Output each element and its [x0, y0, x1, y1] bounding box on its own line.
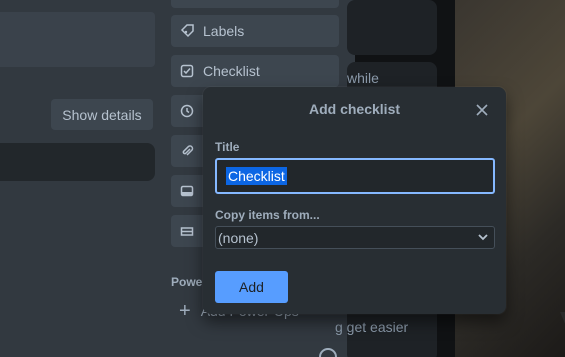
title-input-value: Checklist	[226, 167, 287, 185]
popover-title: Add checklist	[308, 101, 401, 117]
add-checklist-button[interactable]: Add	[215, 271, 288, 303]
label-icon	[180, 24, 194, 38]
add-checklist-popover: Add checklist Title Checklist Copy items…	[203, 87, 506, 314]
copy-items-select[interactable]: (none)	[215, 226, 495, 249]
sidebar-item-top[interactable]	[171, 0, 339, 8]
sidebar-item-labels[interactable]: Labels	[171, 15, 339, 47]
close-icon[interactable]	[473, 101, 491, 119]
board-card-text: while	[347, 70, 379, 86]
comment-input[interactable]	[0, 143, 155, 181]
custom-fields-icon	[180, 227, 194, 236]
attachment-icon	[182, 145, 194, 156]
copy-items-selected: (none)	[218, 229, 259, 246]
title-field-label: Title	[215, 140, 240, 154]
description-box[interactable]	[0, 12, 155, 67]
settings-icon[interactable]	[319, 348, 337, 357]
sidebar-item-label: Labels	[203, 23, 245, 39]
board-card-text: g get easier	[335, 319, 409, 335]
chevron-down-icon	[478, 234, 488, 241]
show-details-button[interactable]: Show details	[51, 99, 153, 130]
clock-icon	[180, 104, 194, 118]
copy-items-label: Copy items from...	[215, 208, 320, 222]
plus-icon: +	[179, 300, 191, 322]
board-card[interactable]	[347, 0, 437, 55]
pin-icon	[560, 312, 565, 326]
checklist-icon	[180, 64, 194, 78]
sidebar-item-label: Checklist	[203, 63, 260, 79]
power-ups-heading: Power	[171, 275, 208, 289]
cover-icon	[180, 185, 194, 197]
sidebar-item-checklist[interactable]: Checklist	[171, 55, 339, 87]
checklist-title-input[interactable]: Checklist	[215, 158, 495, 194]
